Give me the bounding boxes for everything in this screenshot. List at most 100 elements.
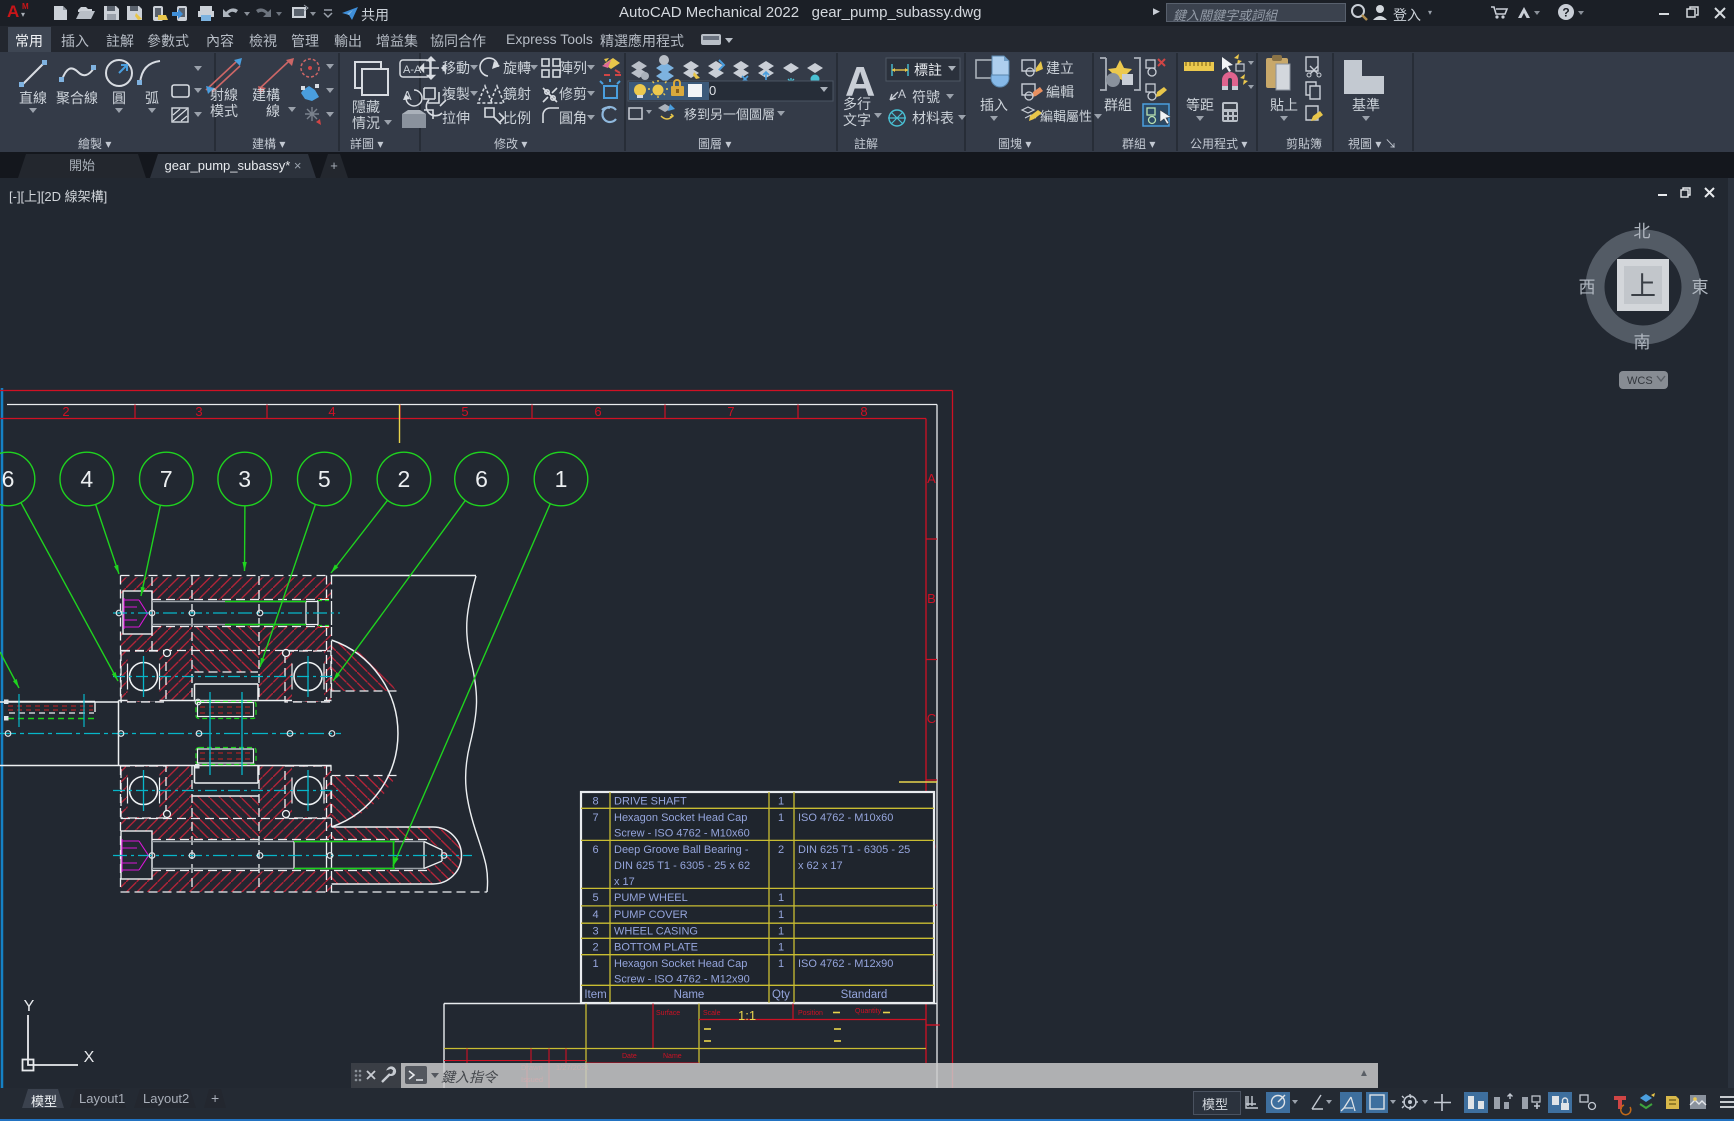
svg-text:2: 2 xyxy=(778,844,784,856)
svg-text:WCS: WCS xyxy=(1627,375,1653,387)
svg-text:1: 1 xyxy=(778,892,784,904)
svg-text:0: 0 xyxy=(709,83,716,98)
svg-text:1: 1 xyxy=(778,942,784,954)
svg-text:2: 2 xyxy=(592,942,598,954)
svg-text:3: 3 xyxy=(195,404,202,419)
svg-text:修剪: 修剪 xyxy=(559,86,587,102)
svg-text:ISO 4762 - M12x90: ISO 4762 - M12x90 xyxy=(798,958,893,970)
svg-text:3: 3 xyxy=(592,926,598,938)
svg-text:6: 6 xyxy=(2,466,15,492)
svg-text:3: 3 xyxy=(238,466,251,492)
svg-text:4: 4 xyxy=(592,909,598,921)
svg-text:5: 5 xyxy=(461,404,468,419)
svg-text:建立: 建立 xyxy=(1046,60,1074,76)
svg-text:1:1: 1:1 xyxy=(738,1008,756,1023)
svg-text:編輯: 編輯 xyxy=(1046,84,1074,100)
svg-text:1: 1 xyxy=(778,909,784,921)
svg-text:Hexagon Socket Head Cap: Hexagon Socket Head Cap xyxy=(614,958,747,970)
svg-text:編輯屬性: 編輯屬性 xyxy=(1040,109,1092,124)
svg-text:上: 上 xyxy=(1630,271,1656,301)
svg-text:東: 東 xyxy=(1692,278,1709,297)
svg-text:8: 8 xyxy=(860,404,867,419)
svg-text:1: 1 xyxy=(778,958,784,970)
svg-text:PUMP WHEEL: PUMP WHEEL xyxy=(614,892,688,904)
svg-text:建構: 建構 xyxy=(252,87,280,103)
svg-text:鏡射: 鏡射 xyxy=(503,86,531,102)
svg-text:弧: 弧 xyxy=(145,90,159,106)
svg-text:拉伸: 拉伸 xyxy=(442,110,470,126)
svg-text:Deep Groove Ball Bearing -: Deep Groove Ball Bearing - xyxy=(614,844,749,856)
svg-text:Qty: Qty xyxy=(772,989,790,1001)
svg-text:2: 2 xyxy=(398,466,411,492)
svg-text:Position: Position xyxy=(798,1010,823,1017)
svg-text:文字: 文字 xyxy=(843,112,871,128)
svg-text:直線: 直線 xyxy=(19,90,47,106)
svg-text:PUMP COVER: PUMP COVER xyxy=(614,909,688,921)
svg-text:隱藏: 隱藏 xyxy=(352,99,380,115)
svg-text:A: A xyxy=(927,471,936,486)
svg-text:西: 西 xyxy=(1579,278,1596,297)
svg-text:圓角: 圓角 xyxy=(559,110,587,126)
svg-text:ISO 4762 - M10x60: ISO 4762 - M10x60 xyxy=(798,812,893,824)
svg-text:DIN 625 T1 - 6305 - 25 x 62: DIN 625 T1 - 6305 - 25 x 62 xyxy=(614,860,750,872)
svg-text:模式: 模式 xyxy=(210,103,238,119)
svg-text:移動: 移動 xyxy=(442,60,470,76)
svg-text:Name: Name xyxy=(663,1053,682,1060)
svg-text:多行: 多行 xyxy=(843,96,871,112)
svg-text:4: 4 xyxy=(80,466,93,492)
svg-text:2: 2 xyxy=(62,404,69,419)
svg-text:WHEEL CASING: WHEEL CASING xyxy=(614,926,698,938)
svg-text:Screw - ISO 4762 - M10x60: Screw - ISO 4762 - M10x60 xyxy=(614,828,750,840)
svg-text:陣列: 陣列 xyxy=(559,60,587,76)
svg-text:Item: Item xyxy=(584,989,606,1001)
svg-text:北: 北 xyxy=(1634,222,1651,241)
svg-text:DRIVE SHAFT: DRIVE SHAFT xyxy=(614,796,687,808)
svg-text:C: C xyxy=(927,711,936,726)
svg-text:B: B xyxy=(927,591,936,606)
svg-text:1: 1 xyxy=(778,926,784,938)
svg-text:1: 1 xyxy=(778,796,784,808)
svg-text:南: 南 xyxy=(1634,333,1651,352)
svg-text:6: 6 xyxy=(475,466,488,492)
svg-text:基準: 基準 xyxy=(1352,97,1380,113)
svg-text:情況: 情況 xyxy=(352,115,380,131)
svg-text:移到另一個圖層: 移到另一個圖層 xyxy=(684,107,775,122)
svg-text:A-A: A-A xyxy=(403,64,422,76)
svg-text:x 62 x 17: x 62 x 17 xyxy=(798,860,843,872)
svg-text:1: 1 xyxy=(592,958,598,970)
svg-text:4: 4 xyxy=(328,404,335,419)
svg-text:等距: 等距 xyxy=(1186,97,1214,113)
svg-text:X: X xyxy=(84,1049,95,1066)
svg-text:A: A xyxy=(403,88,412,103)
svg-text:BOTTOM PLATE: BOTTOM PLATE xyxy=(614,942,698,954)
svg-text:比例: 比例 xyxy=(503,110,531,126)
svg-text:Y: Y xyxy=(24,998,35,1015)
svg-text:標註: 標註 xyxy=(914,62,942,78)
svg-text:貼上: 貼上 xyxy=(1270,97,1298,113)
svg-text:符號: 符號 xyxy=(912,89,940,105)
svg-text:複製: 複製 xyxy=(442,86,470,102)
svg-text:1: 1 xyxy=(778,812,784,824)
svg-text:Date: Date xyxy=(622,1053,637,1060)
svg-text:圓: 圓 xyxy=(112,90,126,106)
svg-text:?: ? xyxy=(1562,6,1569,20)
svg-text:Screw - ISO 4762 - M12x90: Screw - ISO 4762 - M12x90 xyxy=(614,974,750,986)
svg-text:Quantity: Quantity xyxy=(855,1008,882,1015)
svg-text:Hexagon Socket Head Cap: Hexagon Socket Head Cap xyxy=(614,812,747,824)
svg-text:射線: 射線 xyxy=(210,87,238,103)
svg-text:旋轉: 旋轉 xyxy=(503,60,531,76)
svg-text:7: 7 xyxy=(160,466,173,492)
svg-text:插入: 插入 xyxy=(980,97,1008,113)
svg-text:Surface: Surface xyxy=(656,1010,680,1017)
svg-text:7: 7 xyxy=(727,404,734,419)
svg-text:5: 5 xyxy=(592,892,598,904)
svg-text:Name: Name xyxy=(674,989,705,1001)
svg-text:6: 6 xyxy=(592,844,598,856)
svg-text:Scale: Scale xyxy=(703,1010,721,1017)
svg-text:群組: 群組 xyxy=(1104,97,1132,113)
svg-text:5: 5 xyxy=(318,466,331,492)
svg-text:1: 1 xyxy=(555,466,568,492)
svg-text:線: 線 xyxy=(266,103,280,119)
svg-text:聚合線: 聚合線 xyxy=(56,90,98,106)
svg-text:A: A xyxy=(898,87,906,101)
